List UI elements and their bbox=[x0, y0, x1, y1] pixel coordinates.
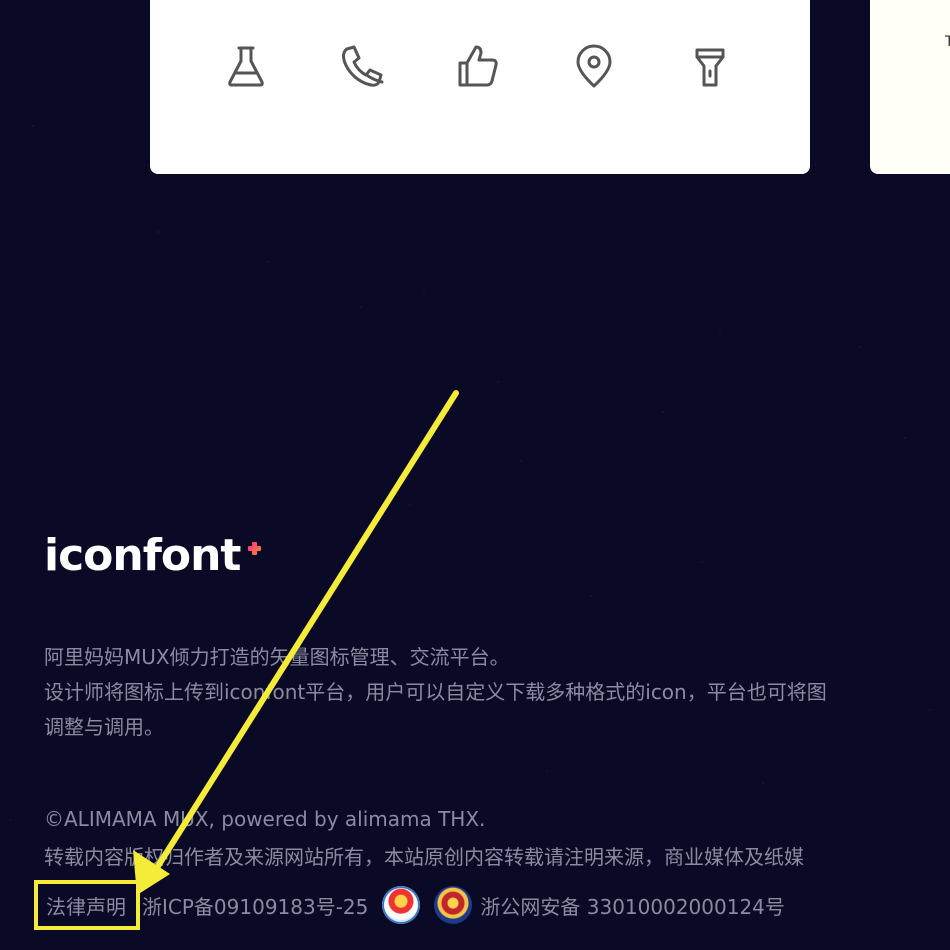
plus-icon bbox=[248, 542, 262, 555]
thumbs-up-icon[interactable] bbox=[454, 42, 570, 90]
legal-statement-link[interactable]: 法律声明 bbox=[34, 880, 140, 930]
flashlight-icon[interactable] bbox=[686, 42, 802, 90]
iconfont-logo[interactable]: iconfont bbox=[44, 530, 262, 581]
location-pin-icon[interactable] bbox=[570, 42, 686, 90]
description-line: 调整与调用。 bbox=[44, 715, 164, 739]
flask-icon[interactable] bbox=[222, 42, 338, 90]
legal-row: 法律声明 浙ICP备09109183号-25 浙公网安备 33010002000… bbox=[34, 878, 785, 932]
icp-record-link[interactable]: 浙ICP备09109183号-25 bbox=[142, 891, 368, 920]
description-line: 阿里妈妈MUX倾力打造的矢量图标管理、交流平台。 bbox=[44, 645, 510, 669]
next-card-peek: T bbox=[870, 0, 950, 174]
police-emblem-icon bbox=[434, 886, 473, 924]
copyright-notice: 转载内容版权归作者及来源网站所有，本站原创内容转载请注明来源，商业媒体及纸媒 bbox=[44, 845, 804, 869]
icon-showcase-card bbox=[150, 0, 810, 174]
platform-description: 阿里妈妈MUX倾力打造的矢量图标管理、交流平台。 设计师将图标上传到iconfo… bbox=[44, 640, 950, 745]
government-badge-icon[interactable] bbox=[382, 886, 421, 924]
phone-icon[interactable] bbox=[338, 42, 454, 90]
copyright-text: ©ALIMAMA MUX, powered by alimama THX. bbox=[44, 807, 486, 831]
copyright-block: ©ALIMAMA MUX, powered by alimama THX. 转载… bbox=[44, 800, 950, 876]
logo-text: iconfont bbox=[44, 530, 241, 581]
police-record-link[interactable]: 浙公网安备 33010002000124号 bbox=[480, 891, 785, 920]
side-card-glyph: T bbox=[945, 34, 950, 50]
description-line: 设计师将图标上传到iconfont平台，用户可以自定义下载多种格式的icon，平… bbox=[44, 680, 827, 704]
